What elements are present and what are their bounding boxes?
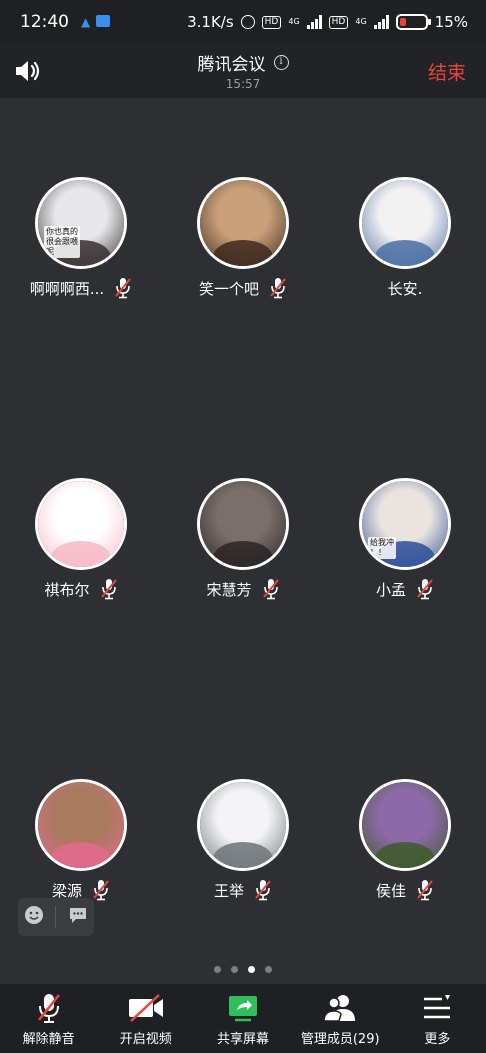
participant-name: 啊啊啊西... bbox=[29, 279, 105, 298]
participant-avatar bbox=[197, 779, 289, 871]
page-dot[interactable] bbox=[265, 966, 272, 973]
avatar-caption: 给我冲 ！！ bbox=[368, 537, 396, 559]
info-icon[interactable]: i bbox=[273, 55, 289, 70]
emoji-icon[interactable] bbox=[24, 905, 44, 929]
4g-icon: 4G bbox=[288, 17, 300, 26]
participant-tile[interactable]: 祺布尔 bbox=[0, 478, 162, 600]
chat-float-panel bbox=[18, 898, 94, 936]
participant-tile[interactable]: 侯佳 bbox=[324, 779, 486, 901]
participant-tile[interactable]: 你也真的 很会跟喂 呢 啊啊啊西... bbox=[0, 177, 162, 299]
start-video-button[interactable]: 开启视频 bbox=[97, 984, 194, 1053]
meeting-title: 腾讯会议 bbox=[197, 55, 266, 75]
muted-mic-icon bbox=[114, 277, 132, 299]
muted-mic-icon bbox=[416, 578, 434, 600]
participant-tile[interactable]: 梁源 bbox=[0, 779, 162, 901]
battery-icon bbox=[395, 14, 431, 30]
participant-tile[interactable]: 王举 bbox=[162, 779, 324, 901]
end-meeting-button[interactable]: 结束 bbox=[428, 58, 466, 85]
participant-name: 王举 bbox=[213, 881, 244, 900]
unmute-button[interactable]: 解除静音 bbox=[0, 984, 97, 1053]
participant-name-row: 小孟 bbox=[324, 578, 486, 600]
start-video-label: 开启视频 bbox=[119, 1032, 172, 1047]
participant-avatar: 给我冲 ！！ bbox=[359, 478, 451, 570]
muted-mic-icon bbox=[92, 879, 110, 901]
page-dot[interactable] bbox=[248, 966, 255, 973]
participant-name: 小孟 bbox=[375, 580, 406, 599]
network-speed: 3.1K/s bbox=[187, 13, 234, 31]
meeting-duration: 15:57 bbox=[225, 77, 261, 91]
4g-icon-2: 4G bbox=[355, 17, 367, 26]
more-label: 更多 bbox=[424, 1032, 451, 1047]
participant-name: 宋慧芳 bbox=[206, 580, 252, 599]
page-indicator bbox=[0, 966, 486, 973]
participant-name: 祺布尔 bbox=[44, 580, 90, 599]
status-bar: 12:40 ▲ 3.1K/s HD 4G HD 4G 15% bbox=[0, 0, 486, 44]
muted-mic-icon bbox=[262, 578, 280, 600]
participant-name-row: 祺布尔 bbox=[0, 578, 162, 600]
participant-name: 侯佳 bbox=[375, 881, 406, 900]
participant-avatar bbox=[197, 478, 289, 570]
participant-avatar bbox=[35, 779, 127, 871]
manage-members-label: 管理成员(29) bbox=[300, 1032, 380, 1047]
hd-icon: HD bbox=[261, 15, 282, 29]
app-notification-icon bbox=[96, 15, 111, 27]
muted-mic-icon bbox=[416, 879, 434, 901]
participant-name-row: 王举 bbox=[162, 879, 324, 901]
video-off-icon bbox=[97, 992, 194, 1024]
more-menu-icon bbox=[389, 992, 486, 1024]
participant-avatar bbox=[35, 478, 127, 570]
muted-mic-icon bbox=[0, 992, 97, 1024]
more-button[interactable]: 更多 bbox=[389, 984, 486, 1053]
signal-icon-2 bbox=[373, 15, 389, 29]
muted-mic-icon bbox=[254, 879, 272, 901]
alarm-icon bbox=[240, 15, 255, 29]
participant-name-row: 长安. bbox=[324, 277, 486, 299]
page-dot[interactable] bbox=[231, 966, 238, 973]
participant-avatar: 你也真的 很会跟喂 呢 bbox=[35, 177, 127, 269]
participant-avatar bbox=[359, 779, 451, 871]
members-icon bbox=[292, 992, 389, 1024]
hd-icon-2: HD bbox=[328, 15, 349, 29]
participant-avatar bbox=[197, 177, 289, 269]
chat-float-divider bbox=[55, 906, 57, 928]
participant-name-row: 宋慧芳 bbox=[162, 578, 324, 600]
bird-notification-icon: ▲ bbox=[81, 15, 91, 29]
participant-name: 长安. bbox=[387, 279, 423, 298]
muted-mic-icon bbox=[269, 277, 287, 299]
participant-name-row: 侯佳 bbox=[324, 879, 486, 901]
status-time: 12:40 bbox=[20, 12, 69, 32]
page-dot[interactable] bbox=[214, 966, 221, 973]
share-screen-icon bbox=[194, 992, 291, 1024]
bottom-toolbar: 解除静音 开启视频 共享屏幕 管理成员(29) 更多 bbox=[0, 984, 486, 1053]
signal-icon bbox=[306, 15, 322, 29]
participant-tile[interactable]: 长安. bbox=[324, 177, 486, 299]
meeting-header: 腾讯会议 i 15:57 结束 bbox=[0, 44, 486, 98]
share-screen-label: 共享屏幕 bbox=[217, 1032, 270, 1047]
unmute-label: 解除静音 bbox=[22, 1032, 75, 1047]
participant-name-row: 笑一个吧 bbox=[162, 277, 324, 299]
participant-avatar bbox=[359, 177, 451, 269]
participant-tile[interactable]: 给我冲 ！！ 小孟 bbox=[324, 478, 486, 600]
avatar-caption: 你也真的 很会跟喂 呢 bbox=[44, 226, 80, 258]
participant-tile[interactable]: 笑一个吧 bbox=[162, 177, 324, 299]
participant-name: 笑一个吧 bbox=[198, 279, 259, 298]
share-screen-button[interactable]: 共享屏幕 bbox=[194, 984, 291, 1053]
chat-icon[interactable] bbox=[68, 906, 88, 928]
notification-icons: ▲ bbox=[81, 15, 111, 29]
manage-members-button[interactable]: 管理成员(29) bbox=[292, 984, 389, 1053]
battery-level: 15% bbox=[434, 13, 468, 31]
muted-mic-icon bbox=[100, 578, 118, 600]
meeting-title-area: 腾讯会议 i 15:57 bbox=[0, 50, 486, 91]
participant-tile[interactable]: 宋慧芳 bbox=[162, 478, 324, 600]
participant-name-row: 啊啊啊西... bbox=[0, 277, 162, 299]
